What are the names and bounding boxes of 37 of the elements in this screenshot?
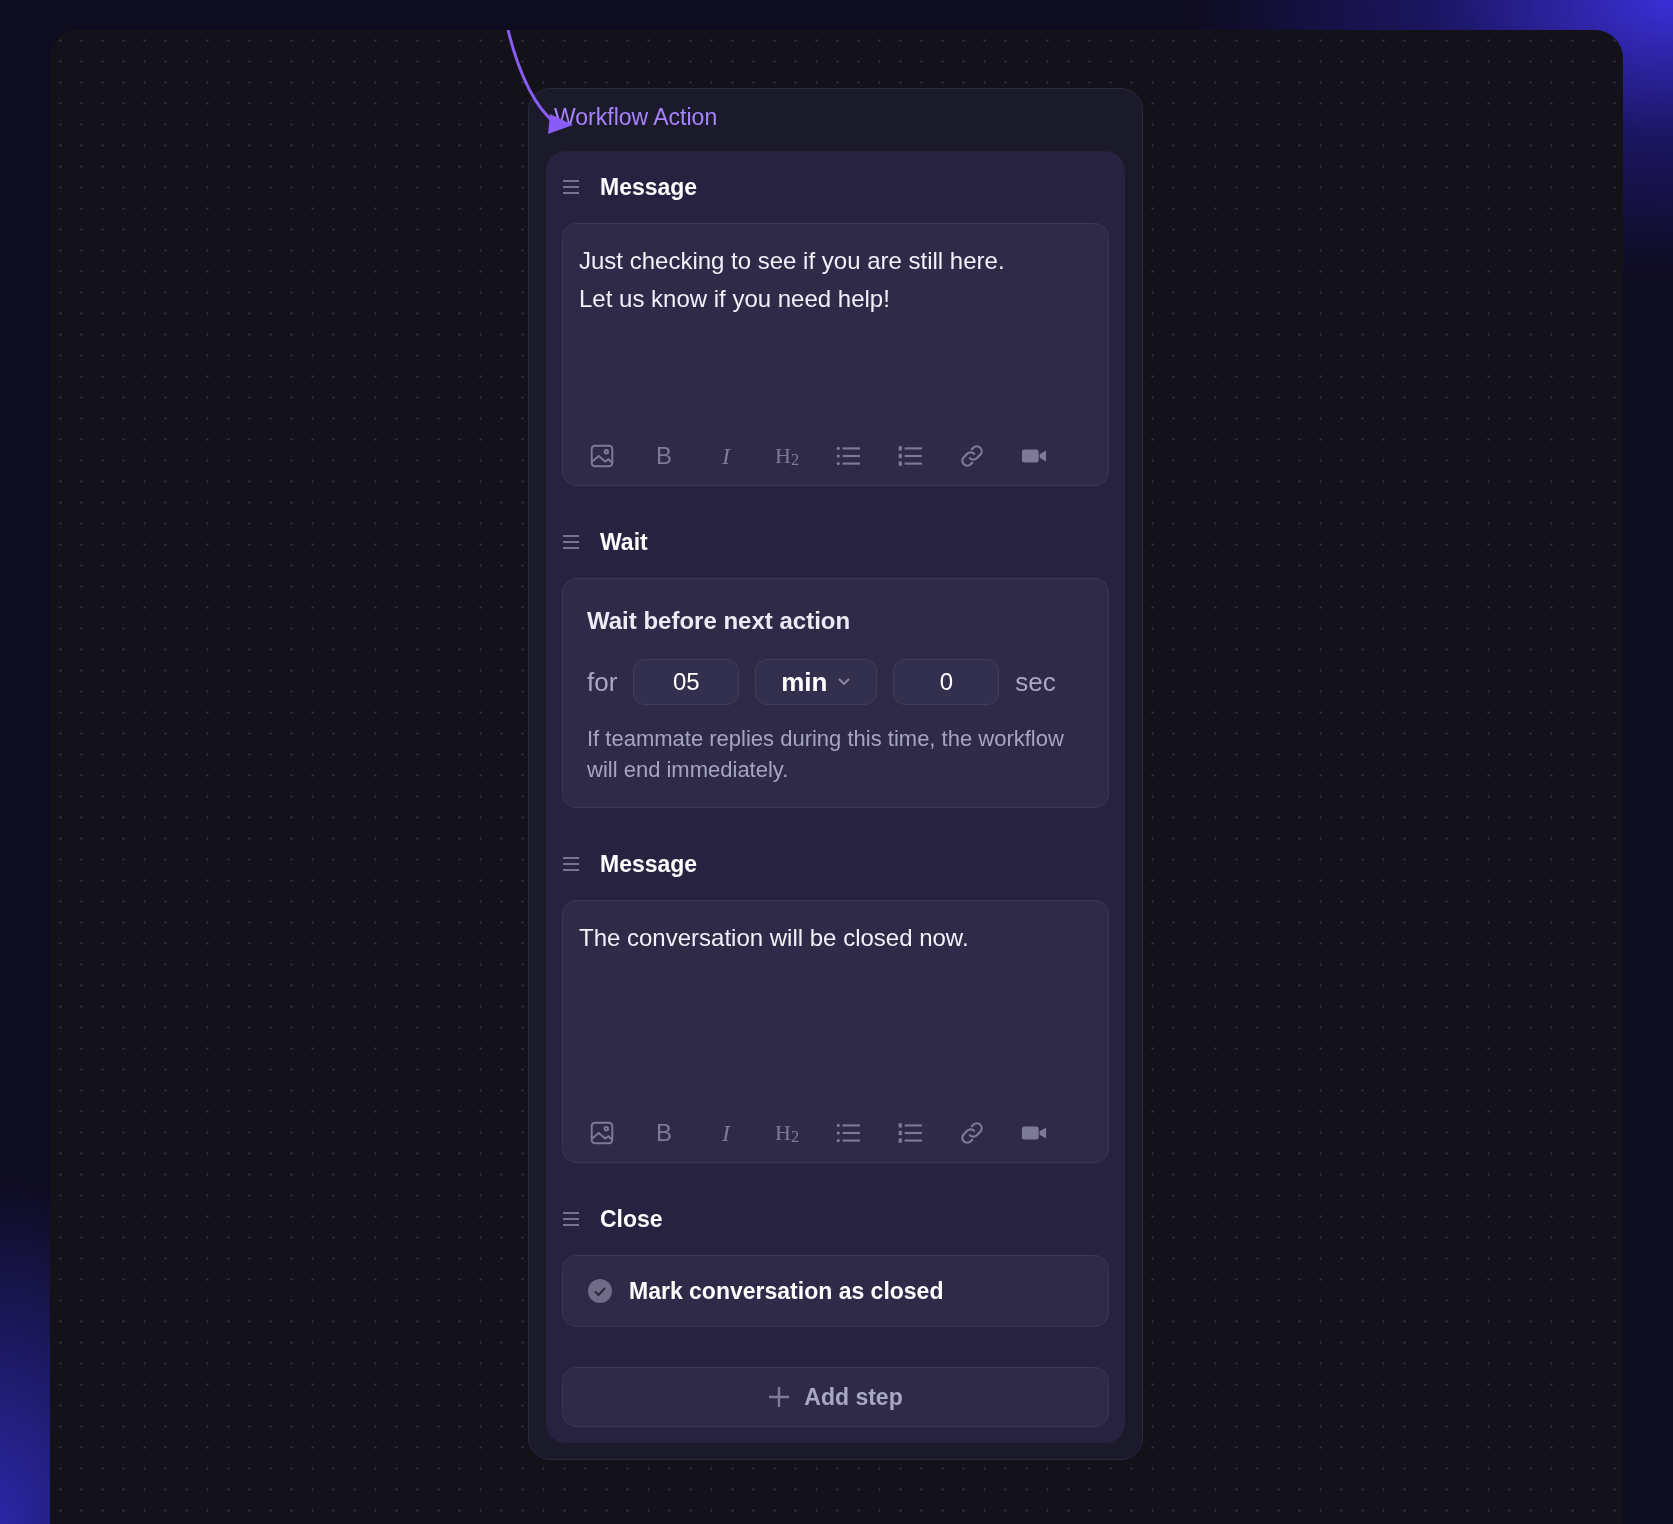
bold-button[interactable]: B: [651, 1120, 677, 1146]
link-icon[interactable]: [959, 1120, 986, 1146]
unit-dropdown[interactable]: min: [755, 659, 878, 705]
image-icon[interactable]: [589, 443, 615, 469]
minutes-field[interactable]: 05: [633, 659, 740, 705]
close-label: Mark conversation as closed: [629, 1276, 944, 1306]
numbered-list-icon[interactable]: [897, 443, 924, 469]
heading-button[interactable]: H$_{2}$: [775, 443, 800, 469]
drag-handle-icon[interactable]: [562, 534, 580, 550]
image-icon[interactable]: [589, 1120, 615, 1146]
chevron-down-icon: [837, 677, 852, 687]
numbered-list-icon[interactable]: [897, 1120, 924, 1146]
step-heading: Message: [600, 172, 698, 202]
sec-label: sec: [1015, 665, 1056, 699]
message-text: Just checking to see if you are still here. Let us know if you need help!: [579, 246, 1006, 314]
step-heading: Message: [600, 849, 698, 879]
drag-handle-icon[interactable]: [562, 179, 580, 195]
close-option[interactable]: Mark conversation as closed: [562, 1255, 1109, 1327]
seconds-field[interactable]: 0: [893, 659, 1000, 705]
wait-title: Wait before next action: [587, 606, 852, 636]
step-heading: Close: [600, 1204, 663, 1234]
check-circle-icon[interactable]: [587, 1278, 613, 1304]
message-editor[interactable]: The conversation will be closed now. B I H$_{2}$: [562, 900, 1109, 1163]
step-heading: Wait: [600, 527, 648, 557]
bold-button[interactable]: B: [651, 443, 677, 469]
italic-button[interactable]: I: [713, 443, 739, 469]
hint-text: If teammate replies during this time, the workflow will end immediately.: [587, 725, 1065, 784]
italic-button[interactable]: I: [713, 1120, 739, 1146]
for-label: for: [587, 665, 618, 699]
heading-button[interactable]: H$_{2}$: [775, 1120, 800, 1146]
message-editor[interactable]: Just checking to see if you are still here. Let us know if you need help! B I H$_{2}$: [562, 223, 1109, 486]
plus-icon: [768, 1386, 791, 1408]
add-step-button[interactable]: Add step: [562, 1367, 1109, 1427]
drag-handle-icon[interactable]: [562, 856, 580, 872]
message-text: The conversation will be closed now.: [579, 923, 970, 953]
link-icon[interactable]: [959, 443, 986, 469]
drag-handle-icon[interactable]: [562, 1211, 580, 1227]
